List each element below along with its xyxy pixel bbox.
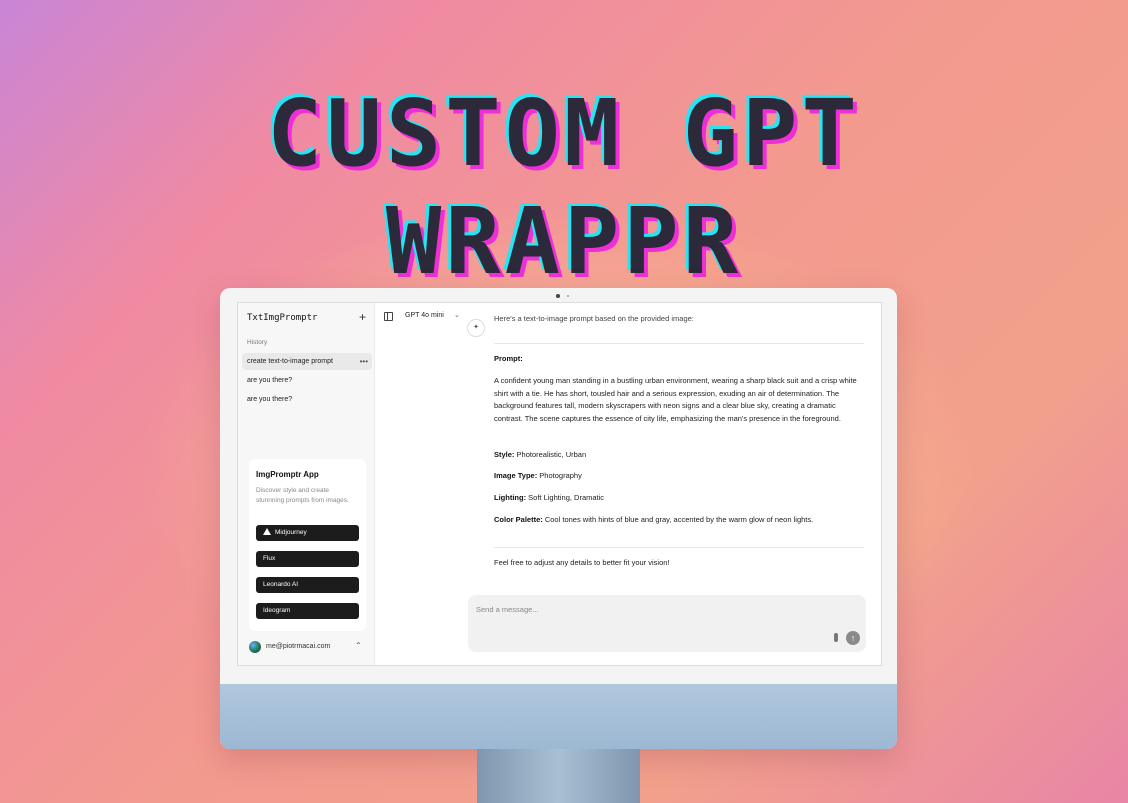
avatar (249, 641, 261, 653)
ideogram-button[interactable]: Ideogram (256, 603, 359, 619)
button-label: Ideogram (263, 607, 291, 614)
chevron-down-icon[interactable]: ⌄ (454, 311, 460, 319)
lighting-value: Soft Lighting, Dramatic (526, 493, 605, 502)
intro-text: Here's a text-to-image prompt based on t… (494, 314, 694, 323)
history-item[interactable]: are you there? (242, 391, 372, 408)
history-item-active[interactable]: create text-to-image prompt ••• (242, 353, 372, 370)
style-label: Style: (494, 450, 515, 459)
palette-value: Cool tones with hints of blue and gray, … (542, 515, 814, 524)
flux-button[interactable]: Flux (256, 551, 359, 567)
chevron-up-icon: ⌃ (355, 641, 362, 650)
leonardo-button[interactable]: Leonardo AI (256, 577, 359, 593)
history-label: History (247, 339, 268, 346)
conversation: ✦ Here's a text-to-image prompt based on… (466, 303, 866, 588)
composer: ↑ (468, 595, 866, 652)
button-label: Leonardo AI (263, 581, 299, 588)
palette-line: Color Palette: Cool tones with hints of … (494, 514, 866, 527)
history-item-label: are you there? (247, 377, 293, 384)
button-label: Midjourney (275, 529, 307, 536)
sensor-dot (567, 295, 569, 297)
image-type-label: Image Type: (494, 471, 538, 480)
history-item-label: are you there? (247, 396, 293, 403)
sidebar-toggle-icon[interactable] (384, 312, 393, 321)
headline-line-1: CUSTOM GPT (267, 80, 861, 187)
plus-icon[interactable]: + (359, 310, 366, 324)
monitor-chin (220, 684, 897, 749)
headline-line-2: WRAPPR (385, 188, 743, 295)
history-item[interactable]: are you there? (242, 372, 372, 389)
palette-label: Color Palette: (494, 515, 543, 524)
image-type-value: Photography (537, 471, 582, 480)
sidebar: TxtImgPromptr + History create text-to-i… (238, 303, 375, 665)
midjourney-button[interactable]: Midjourney (256, 525, 359, 541)
app-window: TxtImgPromptr + History create text-to-i… (237, 302, 882, 666)
divider (494, 547, 864, 548)
prompt-heading: Prompt: (494, 353, 866, 366)
attach-icon[interactable] (834, 633, 838, 642)
divider (494, 343, 864, 344)
promo-card: ImgPromptr App Discover style and create… (249, 459, 366, 631)
image-type-line: Image Type: Photography (494, 470, 866, 483)
user-menu[interactable]: me@piotrmacai.com ⌃ (249, 640, 369, 658)
style-line: Style: Photorealistic, Urban (494, 449, 866, 462)
monitor: TxtImgPromptr + History create text-to-i… (220, 288, 897, 749)
promo-title: ImgPromptr App (256, 470, 319, 479)
prompt-text: A confident young man standing in a bust… (494, 376, 857, 423)
prompt-heading-label: Prompt: (494, 354, 523, 363)
style-value: Photorealistic, Urban (514, 450, 587, 459)
button-label: Flux (263, 555, 276, 562)
more-icon[interactable]: ••• (360, 353, 368, 370)
headline: CUSTOM GPT WRAPPR (0, 80, 1128, 296)
triangle-icon (263, 528, 271, 535)
monitor-stand (477, 749, 640, 803)
promo-description: Discover style and create stunnning prom… (256, 487, 349, 504)
user-email: me@piotrmacai.com (266, 643, 331, 650)
history-item-label: create text-to-image prompt (247, 358, 333, 365)
model-selector[interactable]: GPT 4o mini (405, 312, 444, 319)
lighting-line: Lighting: Soft Lighting, Dramatic (494, 492, 866, 505)
lighting-label: Lighting: (494, 493, 527, 502)
camera-dot (556, 294, 560, 298)
closing-text: Feel free to adjust any details to bette… (494, 558, 670, 567)
bot-icon: ✦ (467, 319, 485, 337)
send-button[interactable]: ↑ (846, 631, 860, 645)
message-input[interactable] (476, 601, 816, 617)
app-title: TxtImgPromptr (247, 313, 318, 323)
